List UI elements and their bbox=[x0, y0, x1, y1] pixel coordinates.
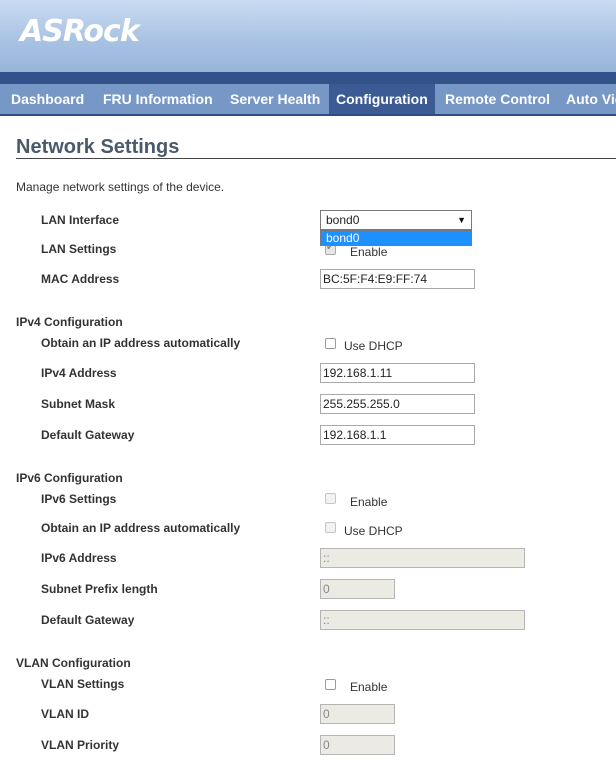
asrock-logo: ASRock bbox=[20, 14, 140, 49]
tab-fru-information[interactable]: FRU Information bbox=[92, 84, 224, 114]
subnet-prefix-field[interactable]: 0 bbox=[320, 579, 395, 599]
lan-interface-value: bond0 bbox=[326, 213, 360, 227]
vlan-section-title: VLAN Configuration bbox=[16, 656, 131, 670]
lan-interface-dropdown: bond0 bbox=[320, 230, 472, 246]
ipv6-settings-label: IPv6 Settings bbox=[41, 492, 117, 506]
ipv6-gateway-label: Default Gateway bbox=[41, 613, 135, 627]
lan-interface-select[interactable]: bond0 ▼ bbox=[320, 210, 472, 230]
ipv6-dhcp-checkbox[interactable] bbox=[325, 522, 336, 533]
header-band bbox=[0, 72, 616, 84]
ipv6-gateway-field[interactable]: :: bbox=[320, 610, 525, 630]
tab-configuration[interactable]: Configuration bbox=[329, 84, 435, 114]
vlan-id-label: VLAN ID bbox=[41, 707, 89, 721]
lan-enable-label: Enable bbox=[350, 245, 388, 259]
ipv6-section-title: IPv6 Configuration bbox=[16, 471, 123, 485]
dropdown-option-bond0[interactable]: bond0 bbox=[321, 231, 471, 245]
page-description: Manage network settings of the device. bbox=[16, 180, 225, 194]
lan-interface-label: LAN Interface bbox=[41, 213, 120, 227]
ipv6-enable-checkbox[interactable] bbox=[325, 493, 336, 504]
ipv6-enable-label: Enable bbox=[350, 495, 388, 509]
tab-auto-video[interactable]: Auto Video bbox=[555, 84, 616, 114]
subnet-prefix-label: Subnet Prefix length bbox=[41, 582, 158, 596]
subnet-mask-field[interactable]: 255.255.255.0 bbox=[320, 394, 475, 414]
vlan-enable-label: Enable bbox=[350, 680, 388, 694]
ipv4-auto-label: Obtain an IP address automatically bbox=[41, 336, 241, 350]
ipv6-address-label: IPv6 Address bbox=[41, 551, 117, 565]
ipv4-dhcp-label: Use DHCP bbox=[344, 339, 403, 353]
tab-dashboard[interactable]: Dashboard bbox=[0, 84, 95, 114]
dropdown-arrow-icon: ▼ bbox=[457, 215, 466, 225]
vlan-priority-field[interactable]: 0 bbox=[320, 735, 395, 755]
vlan-id-field[interactable]: 0 bbox=[320, 704, 395, 724]
page-title: Network Settings bbox=[16, 136, 180, 158]
main-nav: Dashboard FRU Information Server Health … bbox=[0, 84, 616, 116]
ipv6-dhcp-label: Use DHCP bbox=[344, 524, 403, 538]
vlan-priority-label: VLAN Priority bbox=[41, 738, 120, 752]
tab-remote-control[interactable]: Remote Control bbox=[434, 84, 561, 114]
mac-address-label: MAC Address bbox=[41, 272, 120, 286]
vlan-enable-checkbox[interactable] bbox=[325, 679, 336, 690]
subnet-mask-label: Subnet Mask bbox=[41, 397, 116, 411]
tab-server-health[interactable]: Server Health bbox=[219, 84, 331, 114]
vlan-settings-label: VLAN Settings bbox=[41, 677, 125, 691]
lan-settings-label: LAN Settings bbox=[41, 242, 117, 256]
header-banner: ASRock bbox=[0, 0, 616, 72]
ipv4-address-label: IPv4 Address bbox=[41, 366, 117, 380]
title-divider bbox=[16, 158, 616, 159]
ipv4-section-title: IPv4 Configuration bbox=[16, 315, 123, 329]
ipv4-gateway-label: Default Gateway bbox=[41, 428, 135, 442]
ipv6-auto-label: Obtain an IP address automatically bbox=[41, 521, 241, 535]
mac-address-field[interactable]: BC:5F:F4:E9:FF:74 bbox=[320, 269, 475, 289]
ipv4-gateway-field[interactable]: 192.168.1.1 bbox=[320, 425, 475, 445]
ipv6-address-field[interactable]: :: bbox=[320, 548, 525, 568]
ipv4-dhcp-checkbox[interactable] bbox=[325, 338, 336, 349]
ipv4-address-field[interactable]: 192.168.1.11 bbox=[320, 363, 475, 383]
